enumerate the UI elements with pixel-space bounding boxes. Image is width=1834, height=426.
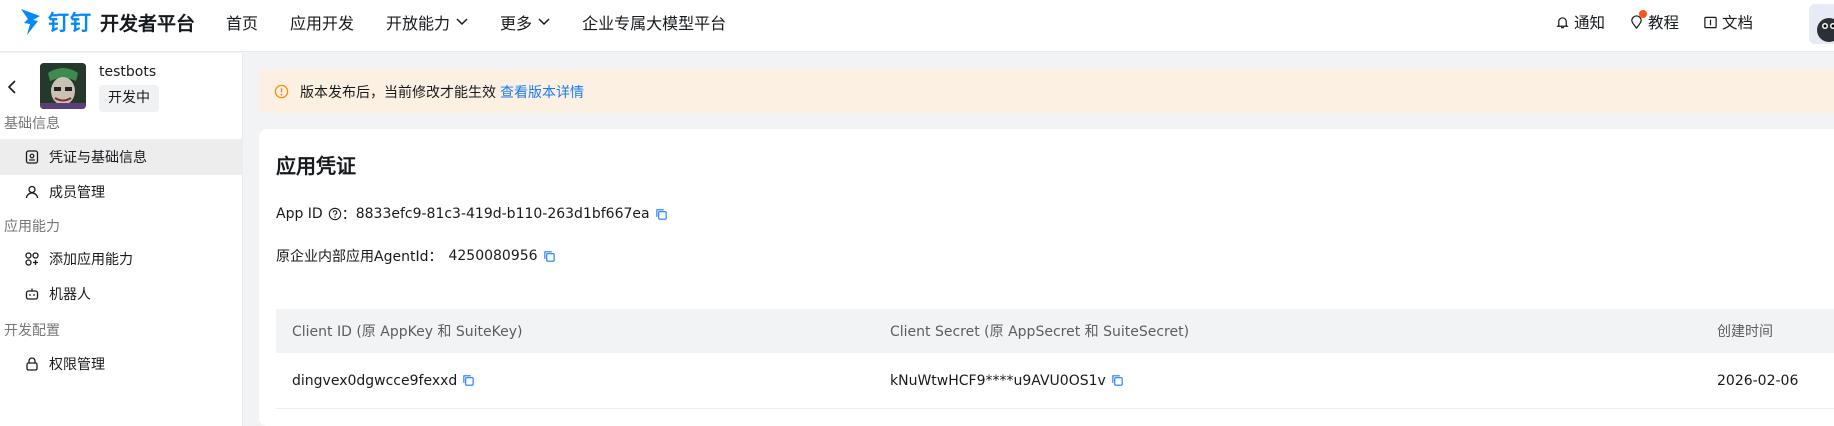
- app-id-separator: ：: [341, 207, 356, 223]
- copy-icon[interactable]: [655, 208, 668, 221]
- column-header-client-id: Client ID (原 AppKey 和 SuiteKey): [292, 324, 523, 340]
- nav-open-capabilities[interactable]: 开放能力: [386, 10, 468, 34]
- tutorial-label: 教程: [1648, 14, 1680, 32]
- app-id-field: App ID ： 8833efc9-81c3-419d-b110-263d1bf…: [276, 204, 668, 224]
- client-credentials-table: Client ID (原 AppKey 和 SuiteKey) Client S…: [276, 309, 1834, 409]
- column-header-client-secret: Client Secret (原 AppSecret 和 SuiteSecret…: [890, 324, 1190, 340]
- column-header-created: 创建时间: [1717, 324, 1773, 340]
- sidebar-item-add-capability[interactable]: 添加应用能力: [0, 241, 243, 277]
- client-secret-cell: kNuWtwHCF9****u9AVU0OS1v: [890, 373, 1124, 389]
- agent-id-field: 原企业内部应用AgentId： 4250080956: [276, 246, 556, 266]
- section-title-basic: 基础信息: [4, 116, 60, 132]
- created-date-cell: 2026-02-06: [1717, 372, 1799, 389]
- app-status-badge: 开发中: [99, 85, 159, 112]
- client-id-value: dingvex0dgwcce9fexxd: [292, 372, 458, 389]
- nav-home-label: 首页: [226, 14, 259, 33]
- notify-label: 通知: [1574, 14, 1606, 32]
- page-title: 应用凭证: [276, 154, 356, 178]
- dingtalk-logo-icon: [21, 9, 40, 35]
- header-tools: 通知 教程 文档: [1555, 10, 1777, 34]
- table-row: dingvex0dgwcce9fexxd kNuWtwHCF9****u9AVU…: [276, 353, 1834, 409]
- nav-open-capabilities-label: 开放能力: [386, 14, 451, 33]
- credential-icon: [25, 150, 39, 164]
- section-title-dev-config: 开发配置: [4, 323, 60, 339]
- nav-more-label: 更多: [500, 14, 533, 33]
- view-version-details-link[interactable]: 查看版本详情: [500, 82, 584, 102]
- lock-icon: [26, 357, 38, 371]
- sidebar-item-label: 成员管理: [49, 185, 105, 201]
- top-navbar: 钉钉 开发者平台 首页 应用开发 开放能力 更多 企业专属大模型平台 通知 教程…: [0, 0, 1834, 52]
- nav-more[interactable]: 更多: [500, 10, 550, 34]
- table-header: Client ID (原 AppKey 和 SuiteKey) Client S…: [276, 309, 1834, 353]
- sidebar-item-robot[interactable]: 机器人: [0, 276, 243, 312]
- credentials-card: 应用凭证 App ID ： 8833efc9-81c3-419d-b110-26…: [259, 129, 1834, 426]
- help-icon[interactable]: [328, 207, 342, 221]
- tutorial-button[interactable]: 教程: [1629, 10, 1680, 33]
- notify-button[interactable]: 通知: [1555, 11, 1605, 33]
- docs-label: 文档: [1722, 14, 1754, 32]
- nav-home[interactable]: 首页: [226, 10, 258, 34]
- copy-icon[interactable]: [462, 374, 475, 387]
- client-secret-value: kNuWtwHCF9****u9AVU0OS1v: [890, 372, 1106, 389]
- sidebar-item-label: 权限管理: [49, 357, 105, 373]
- agent-id-label: 原企业内部应用AgentId：: [276, 249, 443, 265]
- docs-button[interactable]: 文档: [1703, 11, 1753, 33]
- sidebar-item-credentials[interactable]: 凭证与基础信息: [0, 139, 243, 175]
- sidebar-item-label: 凭证与基础信息: [49, 150, 147, 166]
- info-icon: [274, 84, 289, 99]
- app-name: testbots: [99, 64, 157, 80]
- sidebar: testbots 开发中 基础信息 凭证与基础信息 成员管理 应用能力 添加应用…: [0, 53, 243, 426]
- copy-icon[interactable]: [1111, 374, 1124, 387]
- main-nav: 首页 应用开发 开放能力 更多 企业专属大模型平台: [226, 10, 758, 34]
- app-id-value: 8833efc9-81c3-419d-b110-263d1bf667ea: [355, 206, 650, 222]
- notification-dot: [1639, 10, 1648, 18]
- back-arrow-icon[interactable]: [6, 79, 18, 95]
- apps-icon: [25, 252, 39, 266]
- dingtalk-logo[interactable]: 钉钉 开发者平台: [18, 6, 195, 38]
- app-avatar: [40, 63, 86, 109]
- chevron-down-icon: [538, 18, 550, 26]
- notice-text: 版本发布后，当前修改才能生效: [300, 84, 496, 101]
- client-id-cell: dingvex0dgwcce9fexxd: [292, 373, 475, 389]
- sidebar-item-label: 机器人: [49, 287, 91, 303]
- sidebar-item-permissions[interactable]: 权限管理: [0, 346, 243, 382]
- section-title-capabilities: 应用能力: [4, 219, 60, 235]
- platform-name: 开发者平台: [100, 12, 196, 35]
- nav-app-dev[interactable]: 应用开发: [290, 10, 354, 34]
- brand-name: 钉钉: [48, 11, 92, 35]
- document-icon: [1704, 16, 1717, 28]
- nav-app-dev-label: 应用开发: [290, 14, 355, 33]
- agent-id-value: 4250080956: [448, 248, 538, 264]
- sidebar-item-label: 添加应用能力: [49, 252, 133, 268]
- copy-icon[interactable]: [543, 250, 556, 263]
- robot-icon: [25, 288, 39, 300]
- bell-icon: [1556, 16, 1569, 28]
- sidebar-item-members[interactable]: 成员管理: [0, 174, 243, 210]
- app-avatar-image: [40, 63, 86, 109]
- avatar-icon: [1817, 18, 1834, 42]
- user-avatar[interactable]: [1809, 4, 1834, 44]
- nav-enterprise-llm[interactable]: 企业专属大模型平台: [582, 10, 726, 34]
- chevron-down-icon: [456, 18, 468, 26]
- user-icon: [25, 185, 39, 199]
- app-id-label: App ID: [276, 206, 323, 222]
- nav-enterprise-llm-label: 企业专属大模型平台: [582, 14, 727, 33]
- release-notice: 版本发布后，当前修改才能生效 查看版本详情: [259, 70, 1834, 113]
